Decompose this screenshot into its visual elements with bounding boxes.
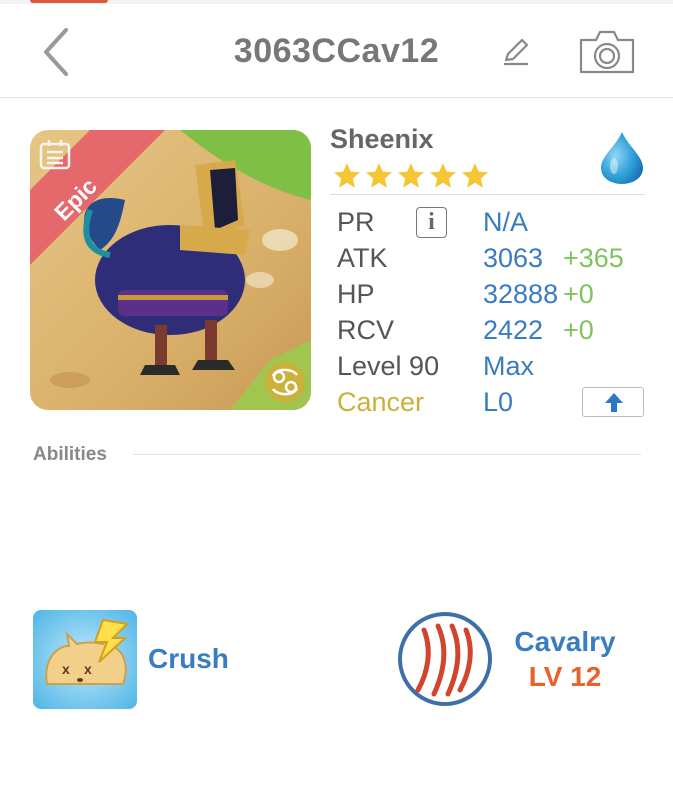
pr-label: PR bbox=[337, 207, 375, 237]
star-icon bbox=[430, 163, 456, 188]
star-icon bbox=[334, 163, 360, 188]
dizzy-blob-icon: x x bbox=[33, 610, 137, 709]
level-value: Max bbox=[483, 351, 535, 381]
pet-portrait[interactable]: Epic bbox=[30, 130, 311, 410]
hp-value: 32888 bbox=[483, 279, 559, 309]
star-icon bbox=[398, 163, 424, 188]
atk-bonus: +365 bbox=[563, 243, 624, 273]
page-title: 3063CCav12 bbox=[233, 32, 440, 70]
arrow-up-icon bbox=[605, 393, 623, 412]
pet-image: Epic bbox=[30, 130, 311, 410]
rcv-bonus: +0 bbox=[563, 315, 594, 345]
level-label: Level 90 bbox=[337, 351, 440, 381]
atk-value: 3063 bbox=[483, 243, 544, 273]
info-icon: i bbox=[428, 209, 435, 235]
atk-label: ATK bbox=[337, 243, 388, 273]
hp-label: HP bbox=[337, 279, 375, 309]
star-rating bbox=[333, 162, 489, 190]
pet-name: Sheenix bbox=[330, 124, 434, 154]
rcv-value: 2422 bbox=[483, 315, 544, 345]
claw-marks-icon bbox=[398, 612, 492, 706]
zodiac-level-value: L0 bbox=[483, 387, 514, 417]
cavalry-skill-name: Cavalry bbox=[514, 626, 616, 657]
svg-text:x: x bbox=[62, 661, 70, 677]
pencil-icon bbox=[504, 38, 529, 66]
upgrade-button[interactable] bbox=[582, 387, 644, 417]
star-icon bbox=[366, 163, 392, 188]
camera-icon bbox=[579, 30, 635, 74]
header: 3063CCav12 bbox=[0, 4, 673, 98]
zodiac-label: Cancer bbox=[337, 387, 425, 417]
pr-info-button[interactable]: i bbox=[416, 207, 447, 238]
hp-bonus: +0 bbox=[563, 279, 594, 309]
crush-ability-name[interactable]: Crush bbox=[148, 643, 229, 675]
crush-ability-icon[interactable]: x x bbox=[33, 610, 137, 709]
water-element-icon bbox=[601, 132, 643, 184]
notification-sliver bbox=[30, 0, 108, 3]
camera-button[interactable] bbox=[578, 28, 636, 76]
abilities-section-label: Abilities bbox=[33, 444, 107, 465]
star-icon bbox=[462, 163, 488, 188]
pr-value: N/A bbox=[483, 207, 529, 237]
edit-button[interactable] bbox=[500, 36, 532, 68]
abilities-divider bbox=[133, 454, 641, 455]
cavalry-skill-level: LV 12 bbox=[528, 661, 602, 692]
rcv-label: RCV bbox=[337, 315, 395, 345]
cancer-zodiac-icon bbox=[265, 362, 305, 402]
svg-text:x: x bbox=[84, 661, 92, 677]
cavalry-skill-icon[interactable] bbox=[396, 610, 494, 708]
stats-divider bbox=[330, 194, 645, 195]
